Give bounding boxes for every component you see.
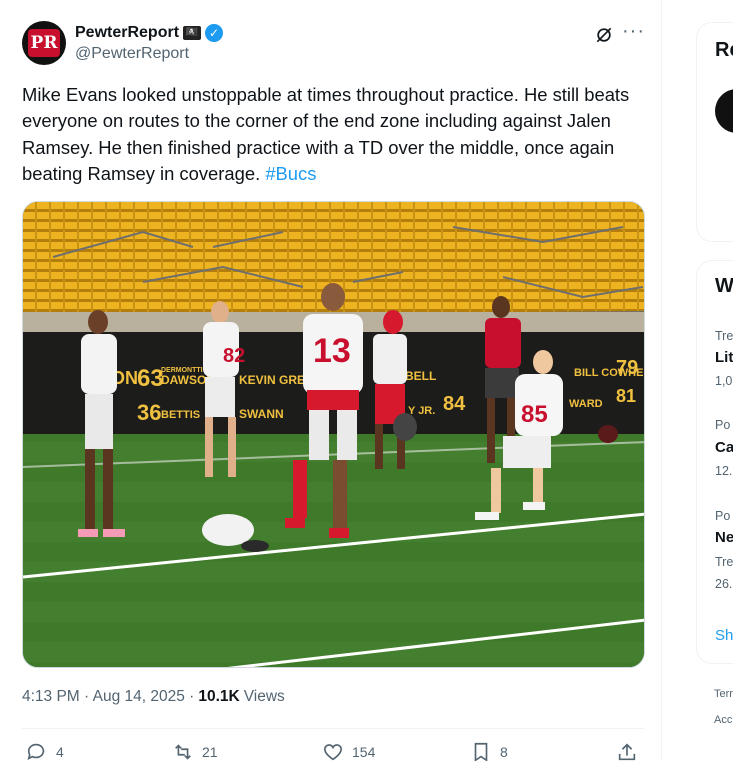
svg-text:82: 82 [223, 345, 245, 367]
display-name[interactable]: PewterReport [75, 24, 179, 42]
svg-text:63: 63 [137, 365, 164, 392]
svg-text:85: 85 [521, 401, 548, 428]
svg-text:BETTIS: BETTIS [161, 409, 200, 421]
hashtag-link[interactable]: #Bucs [265, 163, 316, 184]
whats-happening-card: W Tre Lit 1,0 Po Ca 12. Po Ne Tre 26. Sh [696, 260, 733, 664]
repost-count: 21 [202, 744, 218, 760]
tweet-meta: 4:13 PM · Aug 14, 2025 · 10.1K Views [22, 688, 285, 706]
svg-text:SWANN: SWANN [239, 407, 284, 421]
card-title: Re [715, 39, 733, 61]
timestamp[interactable]: 4:13 PM · Aug 14, 2025 · [22, 688, 194, 706]
grok-icon[interactable] [594, 25, 614, 45]
svg-text:79: 79 [616, 357, 638, 379]
relevant-people-card: Re [696, 22, 733, 242]
action-bar: 4 21 154 8 [22, 741, 644, 761]
trend-context: Tre [715, 329, 733, 343]
repost-icon [175, 744, 191, 760]
reply-icon [27, 743, 45, 760]
reply-count: 4 [56, 744, 64, 760]
heart-icon [323, 744, 343, 761]
svg-text:81: 81 [616, 386, 636, 406]
svg-text:WARD: WARD [569, 398, 603, 410]
trend-count: 26. [715, 577, 733, 591]
footer-accessibility-link[interactable]: Acc [714, 714, 732, 726]
trend-context: Po [715, 418, 731, 432]
tweet-text: Mike Evans looked unstoppable at times t… [22, 82, 647, 187]
like-count: 154 [352, 744, 376, 760]
share-icon [618, 743, 636, 761]
tweet-header: PR PewterReport 🏴‍☠️ ✓ @PewterReport ··· [22, 21, 644, 69]
svg-text:BELL: BELL [405, 369, 436, 383]
trend-count: 1,0 [715, 374, 733, 388]
views-label: Views [243, 688, 285, 705]
svg-text:36: 36 [137, 400, 161, 425]
divider [22, 728, 644, 729]
pirate-flag-icon: 🏴‍☠️ [183, 26, 202, 40]
footer-terms-link[interactable]: Terr [714, 688, 733, 700]
tweet-photo[interactable]: ON 63 DERMONTTI DAWSON KEVIN GREENE BELL… [22, 201, 645, 668]
trend-context: Po [715, 509, 731, 523]
trend-name[interactable]: Ne [715, 529, 733, 546]
svg-text:13: 13 [313, 332, 351, 370]
card-title: W [715, 275, 733, 297]
views-count: 10.1K [198, 688, 240, 705]
trend-name[interactable]: Ca [715, 439, 733, 456]
trend-count: 12. [715, 464, 733, 478]
right-sidebar: Re W Tre Lit 1,0 Po Ca 12. Po Ne Tre 26.… [662, 0, 733, 761]
verified-badge-icon: ✓ [205, 24, 224, 42]
more-options-icon[interactable]: ··· [622, 21, 644, 45]
avatar[interactable]: PR [22, 21, 66, 65]
avatar[interactable] [715, 89, 733, 133]
bookmark-icon [474, 742, 488, 761]
repost-button[interactable]: 21 [172, 741, 218, 761]
show-more-link[interactable]: Sh [715, 627, 733, 644]
reply-button[interactable]: 4 [26, 741, 64, 761]
trend-name[interactable]: Lit [715, 349, 733, 366]
svg-text:Y JR.: Y JR. [408, 405, 435, 417]
bookmark-button[interactable]: 8 [470, 741, 508, 761]
bookmark-count: 8 [500, 744, 508, 760]
pewter-report-logo: PR [28, 29, 60, 57]
user-handle[interactable]: @PewterReport [75, 45, 189, 63]
tweet-column: PR PewterReport 🏴‍☠️ ✓ @PewterReport ···… [0, 0, 662, 761]
tweet-body: Mike Evans looked unstoppable at times t… [22, 84, 630, 184]
svg-text:84: 84 [443, 393, 466, 415]
share-button[interactable] [616, 741, 638, 761]
like-button[interactable]: 154 [322, 741, 375, 761]
name-row: PewterReport 🏴‍☠️ ✓ [75, 23, 224, 43]
practice-photo: ON 63 DERMONTTI DAWSON KEVIN GREENE BELL… [23, 202, 644, 667]
trend-subtext: Tre [715, 555, 733, 569]
